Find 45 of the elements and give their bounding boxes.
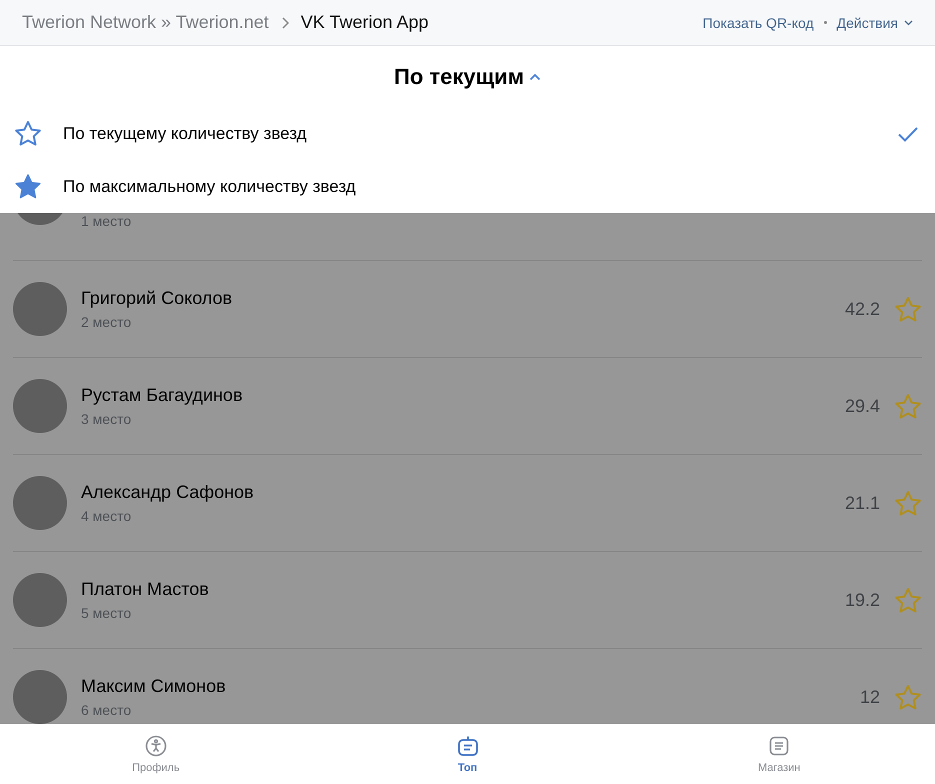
caret-icon [904,20,913,26]
place-label: 5 место [81,605,132,621]
place-label: 1 место [81,213,132,229]
star-count: 19.2 [844,590,880,610]
place-label: 4 место [81,508,132,524]
separator-dot [824,21,827,24]
star-outline-icon [894,392,922,420]
actions-menu-link[interactable]: Действия [836,14,898,30]
star-outline-icon [894,684,922,710]
tab[interactable]: Профиль [0,724,312,784]
star-outline-icon [894,296,922,322]
list-icon [768,734,790,756]
app-title: VK Twerion App [300,12,429,33]
place-label: 2 место [81,314,132,330]
avatar [13,670,67,724]
avatar [13,379,67,433]
star-count: 42.2 [844,298,880,320]
star-icon [14,173,42,200]
star-count: 12 [860,686,880,708]
player-name: Платон Мастов [81,579,210,600]
place-label: 3 место [81,411,132,427]
ranking-icon [456,734,478,756]
tab[interactable]: Топ [312,724,624,784]
avatar [13,282,67,336]
qr-code-link[interactable]: Показать QR-код [702,14,814,30]
place-label: 6 место [81,702,132,718]
player-name: Рустам Багаудинов [81,385,244,406]
sort-option[interactable]: По текущему количеству звезд [0,108,935,160]
chevron-right-icon [280,16,289,28]
star-outline-icon [894,490,922,516]
caret-up-icon [528,72,541,81]
player-name: Александр Сафонов [81,482,255,503]
breadcrumb-link[interactable]: Twerion Network » Twerion.net [22,12,269,33]
star-count: 29.4 [844,396,880,416]
sort-option[interactable]: По максимальному количеству звезд [0,160,935,213]
player-name: Максим Симонов [81,676,227,697]
tab[interactable]: Магазин [623,724,935,784]
star-count: 21.1 [844,492,880,514]
star-outline-icon [14,120,42,148]
sort-title[interactable]: По текущим [394,64,524,90]
avatar [13,573,67,627]
player-name: Григорий Соколов [81,288,234,309]
star-outline-icon [894,586,922,614]
avatar [13,476,67,530]
accessibility-icon [144,734,167,756]
